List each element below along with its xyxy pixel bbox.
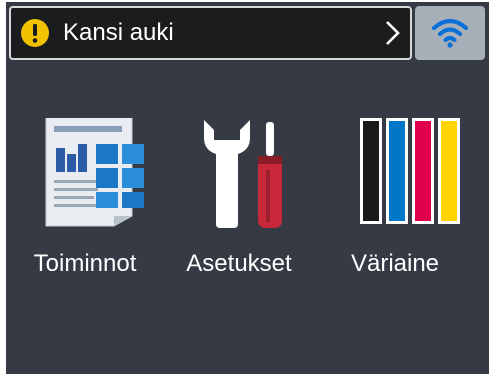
printer-display: Kansi auki Toiminnot Asetukset Väriaine	[6, 2, 489, 374]
functions-icon	[45, 118, 144, 227]
menu-item-toner-label: Väriaine	[350, 250, 440, 277]
chevron-right-icon	[386, 21, 400, 45]
toner-icon	[360, 118, 460, 224]
menu-item-functions[interactable]: Toiminnot	[10, 110, 160, 290]
status-message-text: Kansi auki	[63, 19, 174, 46]
menu-item-settings-label: Asetukset	[186, 250, 292, 277]
status-message-bar[interactable]: Kansi auki	[9, 6, 412, 60]
wifi-icon	[432, 19, 468, 48]
warning-icon	[21, 19, 49, 47]
wifi-button[interactable]	[415, 6, 485, 60]
menu-item-functions-label: Toiminnot	[33, 250, 137, 277]
menu-item-settings[interactable]: Asetukset	[164, 110, 314, 290]
menu-item-toner[interactable]: Väriaine	[320, 110, 470, 290]
settings-tools-icon	[204, 120, 282, 228]
